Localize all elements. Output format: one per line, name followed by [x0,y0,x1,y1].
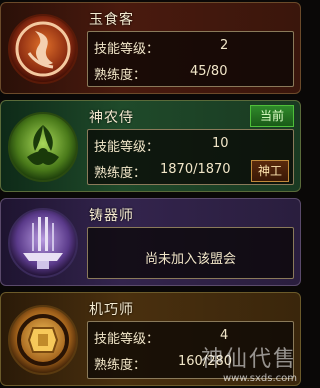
profession-panel-shennongshi[interactable]: 神农侍 当前 技能等级： 10 熟练度： 1870/1870 神工 [0,100,301,192]
proficiency-row: 熟练度： 1870/1870 [94,162,231,181]
watermark: 神仙代售 www.sxds.com [201,341,297,384]
proficiency-value: 1870/1870 [160,162,231,177]
gear-puzzle-icon [7,304,79,376]
leaf-emblem-icon [7,111,79,183]
profession-panel-yushike[interactable]: 玉食客 技能等级： 2 熟练度： 45/80 [0,2,301,94]
skill-level-row: 技能等级： 10 [94,136,229,155]
profession-name: 机巧师 [89,302,134,318]
skill-level-value: 2 [220,38,229,53]
dragon-emblem-icon [7,13,79,85]
proficiency-row: 熟练度： 45/80 [94,64,227,83]
profession-name: 神农侍 [89,110,134,126]
skill-level-value: 10 [212,136,229,151]
current-badge: 当前 [250,105,294,127]
watermark-title: 神仙代售 [200,347,297,372]
profession-name: 铸器师 [89,208,134,224]
skill-level-label: 技能等级： [94,42,160,57]
proficiency-label: 熟练度： [94,68,147,83]
proficiency-label: 熟练度： [94,358,147,373]
anvil-swords-icon [7,207,79,279]
skill-level-label: 技能等级： [94,332,160,347]
not-joined-message: 尚未加入该盟会 [144,252,236,267]
watermark-url: www.sxds.com [222,373,297,384]
skill-level-row: 技能等级： 4 [94,328,228,347]
shengong-button[interactable]: 神工 [251,160,289,182]
skill-level-row: 技能等级： 2 [94,38,228,57]
profession-info-box: 技能等级： 2 熟练度： 45/80 [87,31,294,87]
profession-panel-zhuqishi[interactable]: 铸器师 尚未加入该盟会 [0,198,301,286]
profession-name: 玉食客 [89,12,134,28]
proficiency-row: 熟练度： 160/280 [94,354,232,373]
profession-info-box: 尚未加入该盟会 [87,227,294,279]
proficiency-value: 45/80 [190,64,228,79]
skill-level-label: 技能等级： [94,140,160,155]
proficiency-label: 熟练度： [94,166,147,181]
profession-info-box: 技能等级： 10 熟练度： 1870/1870 神工 [87,129,294,185]
